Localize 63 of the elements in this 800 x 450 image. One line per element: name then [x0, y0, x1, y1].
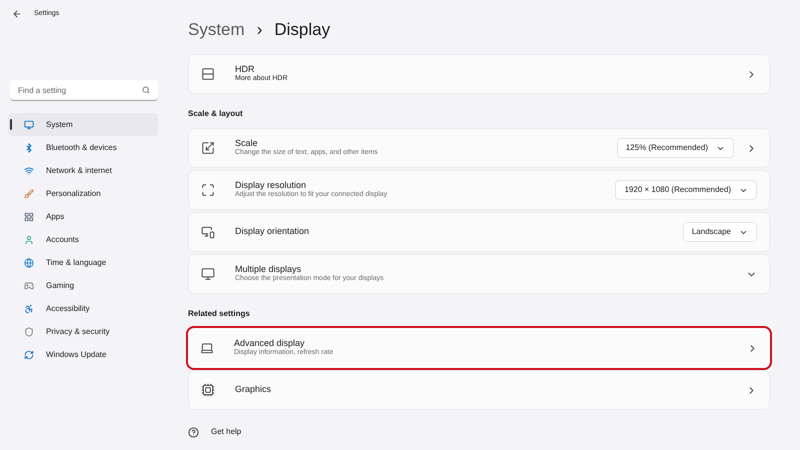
- sidebar-label: Windows Update: [46, 348, 106, 360]
- sidebar-item[interactable]: Privacy & security: [8, 320, 158, 343]
- monitor-icon: [24, 120, 34, 130]
- setting-row[interactable]: Display orientation Landscape: [188, 212, 770, 252]
- section-heading: Scale & layout: [188, 108, 244, 120]
- sidebar-label: Bluetooth & devices: [46, 142, 117, 154]
- row-title: Scale: [235, 138, 259, 148]
- multiple-displays-icon: [201, 267, 215, 281]
- sidebar-label: Time & language: [46, 256, 106, 268]
- row-title: Graphics: [235, 384, 272, 396]
- row-title: Display resolution: [235, 180, 308, 191]
- breadcrumb-parent[interactable]: System: [188, 17, 245, 43]
- sidebar-item[interactable]: Personalization: [8, 182, 158, 205]
- dropdown[interactable]: 1920 × 1080 (Recommended): [615, 180, 757, 200]
- scale-icon: [201, 141, 215, 155]
- hdr-icon: [201, 67, 215, 81]
- search-field[interactable]: Find a setting: [10, 80, 158, 101]
- laptop-icon: [200, 341, 214, 355]
- dropdown[interactable]: 125% (Recommended): [616, 138, 734, 158]
- selection-indicator: [10, 119, 12, 130]
- gamepad-icon: [24, 280, 34, 290]
- sidebar-label: Gaming: [46, 280, 74, 292]
- row-title: HDR: [235, 64, 256, 74]
- sidebar-label: Privacy & security: [46, 326, 110, 338]
- sidebar-label: Accessibility: [46, 302, 90, 314]
- apps-grid-icon: [24, 212, 34, 222]
- sidebar-label: System: [46, 118, 73, 130]
- sidebar-label: Accounts: [46, 234, 79, 246]
- row-title: Advanced display: [234, 338, 305, 349]
- breadcrumb-separator: ›: [256, 19, 262, 42]
- sidebar-item[interactable]: Accessibility: [8, 297, 158, 320]
- graphics-card-icon: [201, 383, 215, 397]
- sidebar-item[interactable]: Bluetooth & devices: [8, 136, 158, 159]
- section-heading: Related settings: [188, 308, 251, 320]
- sidebar-item[interactable]: Gaming: [8, 274, 158, 297]
- person-icon: [24, 234, 34, 244]
- row-title: Multiple displays: [235, 264, 302, 275]
- sidebar-item[interactable]: Windows Update: [8, 343, 158, 366]
- help-icon: [188, 426, 199, 438]
- sidebar-item[interactable]: Accounts: [8, 228, 158, 251]
- bluetooth-icon: [24, 142, 34, 152]
- sidebar-item[interactable]: Time & language: [8, 251, 158, 274]
- wifi-icon: [24, 166, 34, 176]
- orientation-icon: [201, 225, 215, 239]
- brush-icon: [24, 188, 34, 198]
- globe-icon: [24, 258, 34, 268]
- sidebar-item[interactable]: System: [8, 113, 158, 136]
- resolution-icon: [201, 183, 215, 197]
- search-icon: [142, 86, 150, 94]
- row-title: Display orientation: [235, 226, 310, 238]
- back-icon[interactable]: [12, 9, 22, 19]
- sidebar-item[interactable]: Network & internet: [8, 159, 158, 182]
- shield-icon: [24, 326, 34, 336]
- refresh-icon: [24, 350, 34, 360]
- sidebar-item[interactable]: Apps: [8, 205, 158, 228]
- help-link[interactable]: Get help: [211, 426, 242, 438]
- dropdown[interactable]: Landscape: [682, 222, 757, 242]
- sidebar-label: Apps: [46, 210, 64, 222]
- sidebar-label: Network & internet: [46, 164, 112, 176]
- accessibility-icon: [24, 304, 34, 314]
- sidebar-label: Personalization: [46, 188, 101, 200]
- page-title: Display: [274, 19, 330, 42]
- setting-row[interactable]: Graphics: [188, 370, 770, 410]
